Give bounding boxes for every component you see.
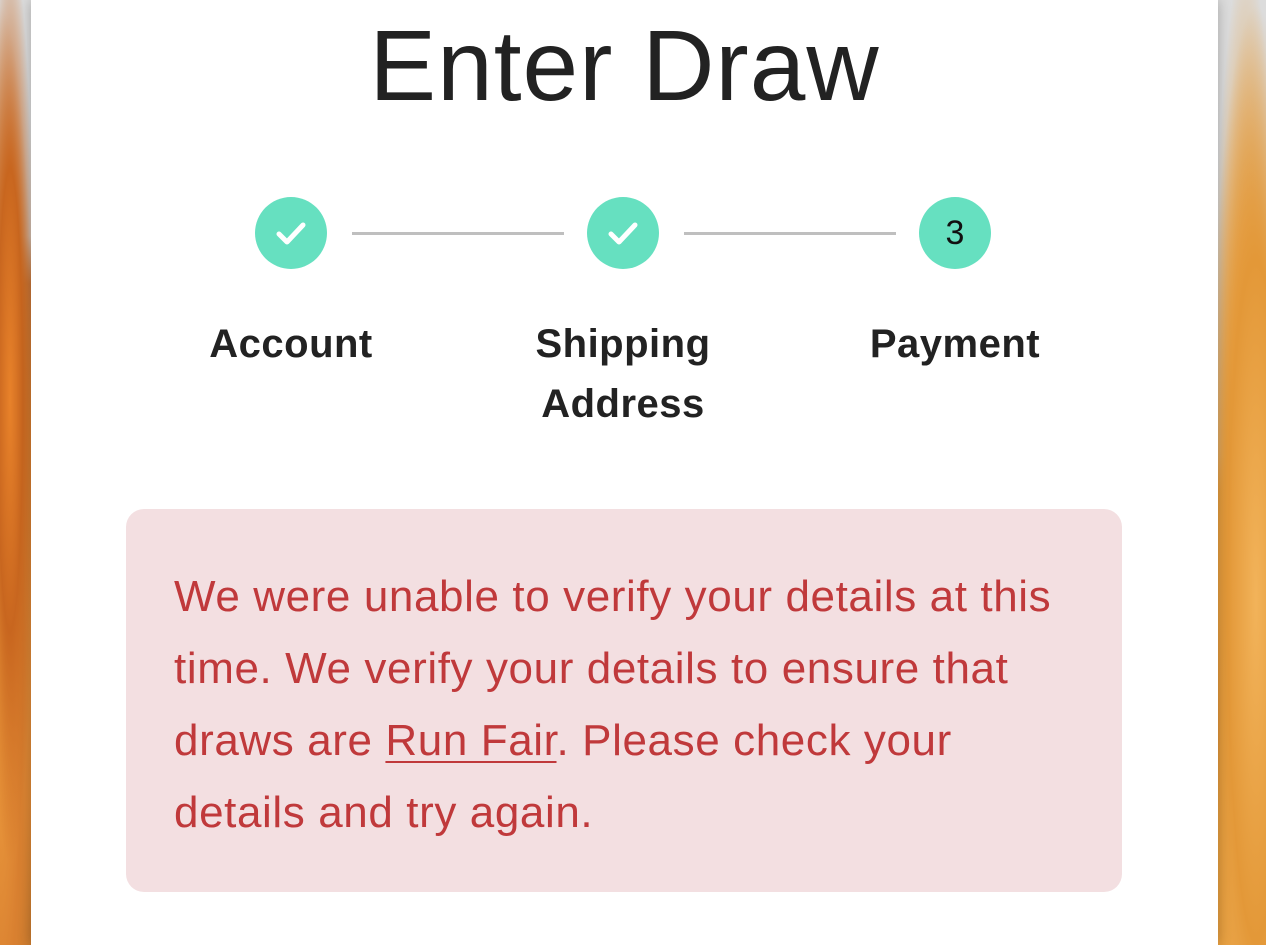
step-label-line: Account — [209, 322, 373, 366]
step-label-account: Account — [161, 314, 421, 374]
check-icon — [608, 222, 638, 245]
step-label-shipping-address: Shipping Address — [493, 314, 753, 434]
step-account-indicator — [255, 197, 327, 269]
alert-message: We were unable to verify your details at… — [174, 561, 1082, 849]
run-fair-link[interactable]: Run Fair — [385, 716, 556, 765]
step-label-line: Shipping — [535, 322, 711, 366]
enter-draw-modal: Enter Draw 3 Account Shipping Address Pa… — [31, 0, 1218, 945]
page-background: Enter Draw 3 Account Shipping Address Pa… — [0, 0, 1266, 945]
step-label-line: Payment — [869, 322, 1041, 366]
verification-error-alert: We were unable to verify your details at… — [126, 509, 1122, 892]
step-payment-indicator: 3 — [919, 197, 991, 269]
step-label-line: Address — [541, 382, 705, 426]
step-number: 3 — [945, 213, 965, 252]
step-label-payment: Payment — [825, 314, 1085, 374]
step-connector — [352, 232, 564, 235]
step-shipping-indicator — [587, 197, 659, 269]
page-title: Enter Draw — [369, 10, 880, 122]
step-connector — [684, 232, 896, 235]
check-icon — [276, 222, 306, 245]
